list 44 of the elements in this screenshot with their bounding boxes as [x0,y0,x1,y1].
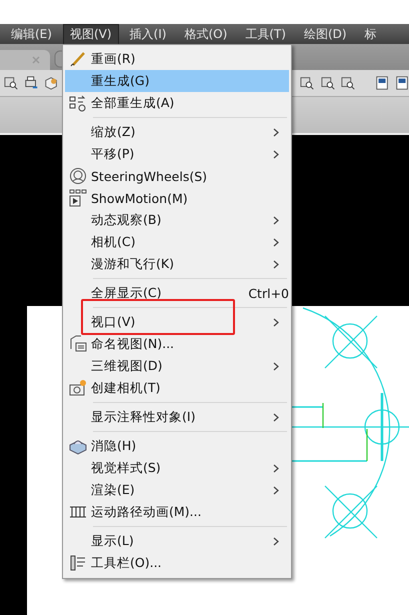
menu-item[interactable]: SteeringWheels(S) [65,165,289,187]
menu-item[interactable]: 命名视图(N)... [65,333,289,355]
menu-item[interactable]: 重生成(G) [65,70,289,92]
play-icon [69,189,87,207]
zoom-icon[interactable] [340,75,355,91]
menu-item[interactable]: 全部重生成(A) [65,92,289,114]
menu-bar-item[interactable]: 标 [358,24,384,44]
menu-bar-item[interactable]: 插入(I) [122,24,174,44]
menu-item[interactable]: 工具栏(O)... [65,552,289,574]
regenerate-icon [69,94,87,112]
menu-item[interactable]: 消隐(H) [65,435,289,457]
pencil-icon [69,50,87,68]
menu-item[interactable]: 平移(P) [65,143,289,165]
zoom-icon[interactable] [4,75,18,91]
menu-bar-item[interactable]: 绘图(D) [296,24,354,44]
named-view-icon [69,335,87,353]
menu-bar-item[interactable]: 视图(V) [62,24,119,44]
menu-item[interactable]: 显示(L) [65,530,289,552]
panel-icon[interactable] [374,75,389,91]
wheel-icon [69,167,87,185]
menu-item[interactable]: 视觉样式(S) [65,457,289,479]
printer-icon[interactable] [24,75,38,91]
panel-icon[interactable] [394,75,409,91]
zoom-icon[interactable] [320,75,335,91]
menu-bar-item[interactable]: 格式(O) [177,24,234,44]
menu-item[interactable]: 显示注释性对象(I) [65,406,289,428]
menu-bar-item[interactable]: 编辑(E) [4,24,59,44]
cube-icon[interactable] [44,75,58,91]
zoom-icon[interactable] [300,75,314,91]
menu-item[interactable]: 缩放(Z) [65,121,289,143]
menu-item[interactable]: 渲染(E) [65,479,289,501]
menu-bar-item[interactable]: 工具(T) [238,24,293,44]
menu-item[interactable]: 创建相机(T) [65,377,289,399]
toolbar-icon [69,554,87,572]
menu-item[interactable]: 运动路径动画(M)... [65,501,289,523]
menu-item[interactable]: 全屏显示(C) Ctrl+0 [65,282,289,304]
camera-icon [69,379,87,397]
menu-item[interactable]: 三维视图(D) [65,355,289,377]
menu-item[interactable]: 动态观察(B) [65,209,289,231]
menu-item[interactable]: 漫游和飞行(K) [65,253,289,275]
shortcut-text: Ctrl+0 [248,286,289,300]
menu-item[interactable]: 重画(R) [65,48,289,70]
menu-item[interactable]: ShowMotion(M) [65,187,289,209]
menu-item[interactable]: 相机(C) [65,231,289,253]
